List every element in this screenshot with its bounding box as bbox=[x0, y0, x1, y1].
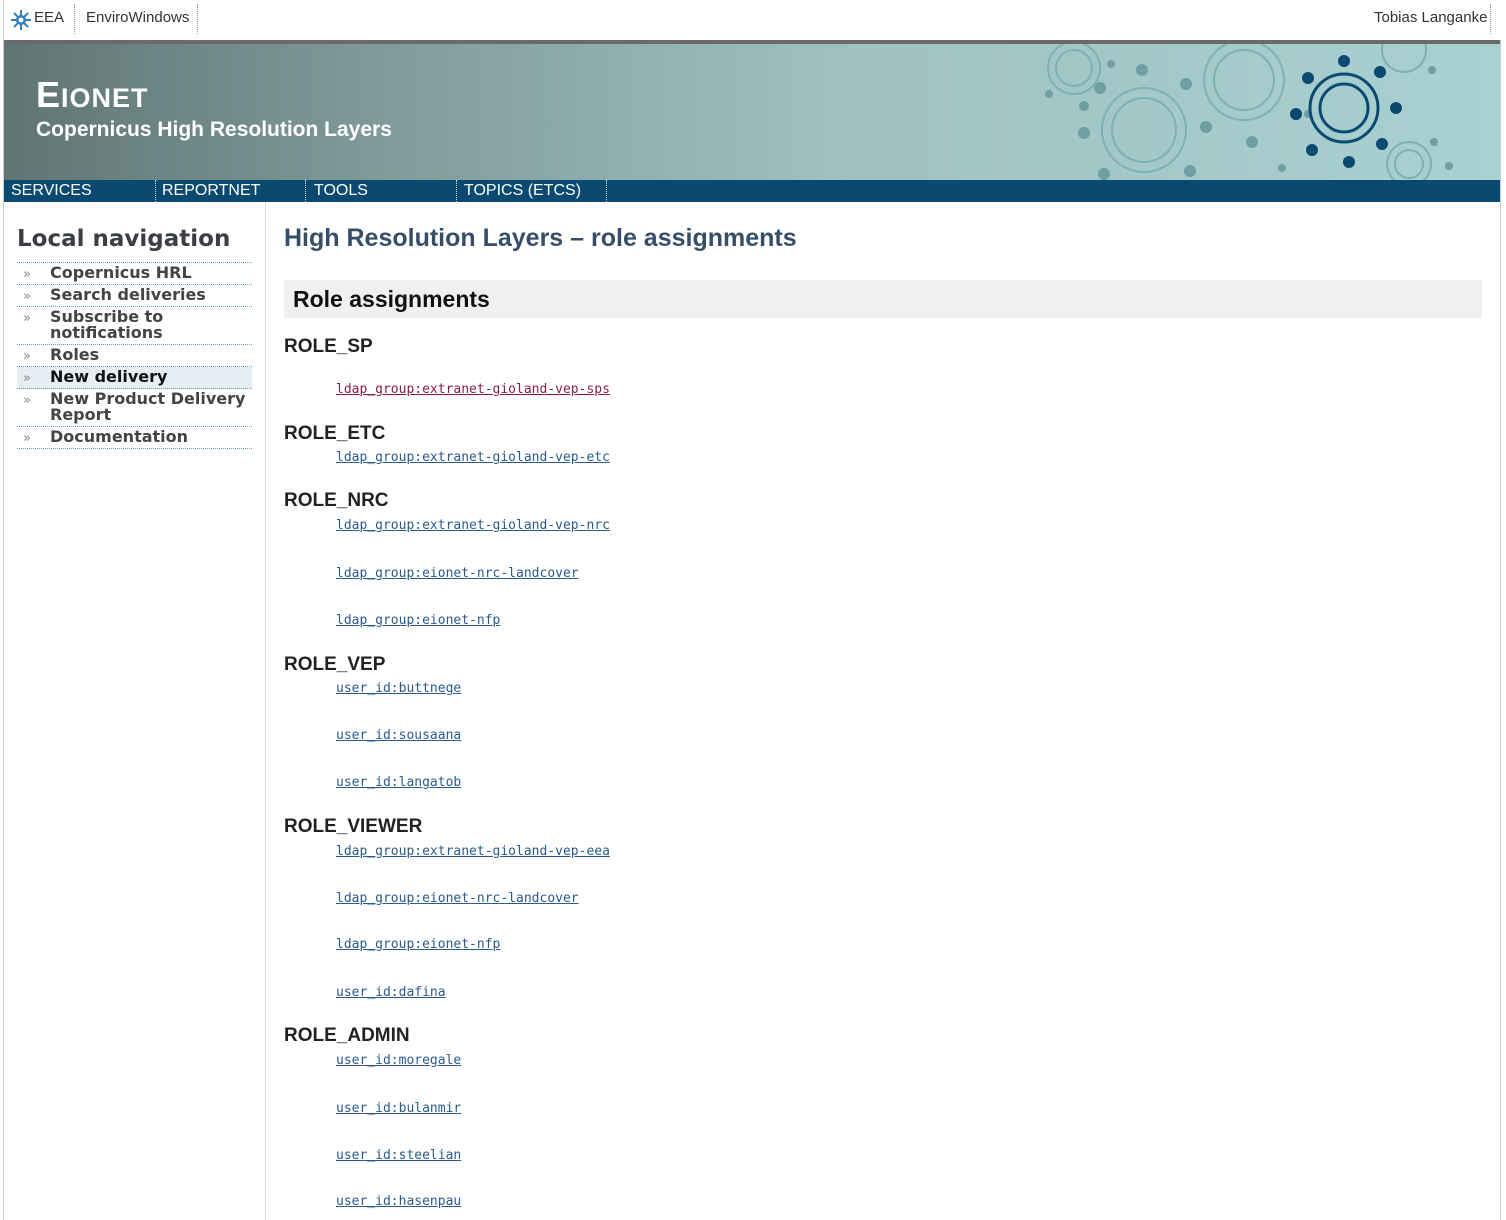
nav-topics[interactable]: TOPICS (ETCS) bbox=[464, 182, 581, 200]
sidebar-item-copernicus-hrl[interactable]: » Copernicus HRL bbox=[17, 263, 252, 285]
local-nav-list: » Copernicus HRL » Search deliveries » Subs… bbox=[17, 262, 252, 449]
eea-logo-icon[interactable] bbox=[11, 10, 31, 30]
site-subtitle: Copernicus High Resolution Layers bbox=[36, 118, 392, 141]
sidebar-item-label: Subscribe to notifications bbox=[50, 307, 164, 342]
chevron-right-icon: » bbox=[23, 431, 31, 446]
role-member-link[interactable]: ldap_group:eionet-nfp bbox=[336, 937, 500, 952]
page-title: High Resolution Layers – role assignment… bbox=[284, 224, 797, 252]
chevron-right-icon: » bbox=[23, 311, 31, 326]
sidebar-item-label: New Product Delivery Report bbox=[50, 389, 246, 424]
brand-initial: E bbox=[36, 74, 62, 115]
nav-separator bbox=[305, 180, 306, 202]
page-border-right bbox=[1500, 40, 1501, 1220]
sidebar-item-new-product-delivery-report[interactable]: » New Product Delivery Report bbox=[17, 389, 252, 427]
role-member-link[interactable]: user_id:bulanmir bbox=[336, 1101, 461, 1116]
eea-link[interactable]: EEA bbox=[34, 9, 64, 26]
local-navigation-sidebar: Local navigation » Copernicus HRL » Search… bbox=[4, 202, 266, 1220]
nav-tools[interactable]: TOOLS bbox=[314, 182, 368, 200]
sidebar-item-label: Search deliveries bbox=[50, 285, 206, 304]
sidebar-item-subscribe[interactable]: » Subscribe to notifications bbox=[17, 307, 252, 345]
role-member-link[interactable]: ldap_group:extranet-gioland-vep-etc bbox=[336, 450, 610, 465]
role-member-link[interactable]: user_id:steelian bbox=[336, 1148, 461, 1163]
envirowindows-link[interactable]: EnviroWindows bbox=[86, 9, 189, 26]
nav-services[interactable]: SERVICES bbox=[11, 182, 92, 200]
eionet-logo[interactable]: EIONET bbox=[36, 74, 149, 116]
sidebar-item-roles[interactable]: » Roles bbox=[17, 345, 252, 367]
role-name: ROLE_ADMIN bbox=[284, 1025, 410, 1046]
role-name: ROLE_NRC bbox=[284, 490, 389, 511]
header-decoration-circles bbox=[1045, 44, 1453, 180]
sidebar-item-new-delivery[interactable]: » New delivery bbox=[17, 367, 252, 389]
user-name-link[interactable]: Tobias Langanke bbox=[1374, 9, 1487, 26]
sidebar-item-label: Roles bbox=[50, 345, 100, 364]
sidebar-item-label: Copernicus HRL bbox=[50, 263, 192, 282]
topbar-separator bbox=[197, 4, 198, 34]
nav-reportnet[interactable]: REPORTNET bbox=[162, 182, 260, 200]
role-name: ROLE_VEP bbox=[284, 654, 386, 675]
role-member-link[interactable]: user_id:hasenpau bbox=[336, 1194, 461, 1209]
nav-separator bbox=[155, 180, 156, 202]
topbar-separator bbox=[1490, 4, 1491, 34]
role-member-link[interactable]: user_id:langatob bbox=[336, 775, 461, 790]
role-member-link[interactable]: ldap_group:eionet-nrc-landcover bbox=[336, 891, 579, 906]
sidebar-item-documentation[interactable]: » Documentation bbox=[17, 427, 252, 449]
section-title: Role assignments bbox=[293, 286, 490, 312]
chevron-right-icon: » bbox=[23, 349, 31, 364]
role-member-link[interactable]: ldap_group:extranet-gioland-vep-nrc bbox=[336, 518, 610, 533]
section-header: Role assignments bbox=[284, 280, 1482, 318]
role-name: ROLE_VIEWER bbox=[284, 816, 423, 837]
brand-rest: IONET bbox=[61, 83, 149, 113]
sidebar-item-search-deliveries[interactable]: » Search deliveries bbox=[17, 285, 252, 307]
role-member-link[interactable]: user_id:sousaana bbox=[336, 728, 461, 743]
chevron-right-icon: » bbox=[23, 289, 31, 304]
role-member-link[interactable]: ldap_group:eionet-nfp bbox=[336, 613, 500, 628]
role-member-link[interactable]: user_id:dafina bbox=[336, 985, 446, 1000]
role-member-link[interactable]: ldap_group:eionet-nrc-landcover bbox=[336, 566, 579, 581]
main-navigation: SERVICES REPORTNET TOOLS TOPICS (ETCS) bbox=[4, 180, 1500, 202]
sidebar-title: Local navigation bbox=[17, 226, 231, 252]
global-site-bar: EEA EnviroWindows Tobias Langanke bbox=[4, 0, 1500, 38]
site-header: EIONET Copernicus High Resolution Layers bbox=[4, 44, 1500, 180]
sidebar-item-label: Documentation bbox=[50, 427, 189, 446]
topbar-separator bbox=[74, 4, 75, 34]
chevron-right-icon: » bbox=[23, 267, 31, 282]
chevron-right-icon: » bbox=[23, 371, 31, 386]
role-member-link[interactable]: ldap_group:extranet-gioland-vep-sps bbox=[336, 382, 610, 397]
role-member-link[interactable]: ldap_group:extranet-gioland-vep-eea bbox=[336, 844, 610, 859]
chevron-right-icon: » bbox=[23, 393, 31, 408]
role-name: ROLE_ETC bbox=[284, 423, 386, 444]
role-name: ROLE_SP bbox=[284, 336, 373, 357]
nav-separator bbox=[606, 180, 607, 202]
role-member-link[interactable]: user_id:buttnege bbox=[336, 681, 461, 696]
role-member-link[interactable]: user_id:moregale bbox=[336, 1053, 461, 1068]
nav-separator bbox=[456, 180, 457, 202]
sidebar-item-label: New delivery bbox=[50, 367, 168, 386]
